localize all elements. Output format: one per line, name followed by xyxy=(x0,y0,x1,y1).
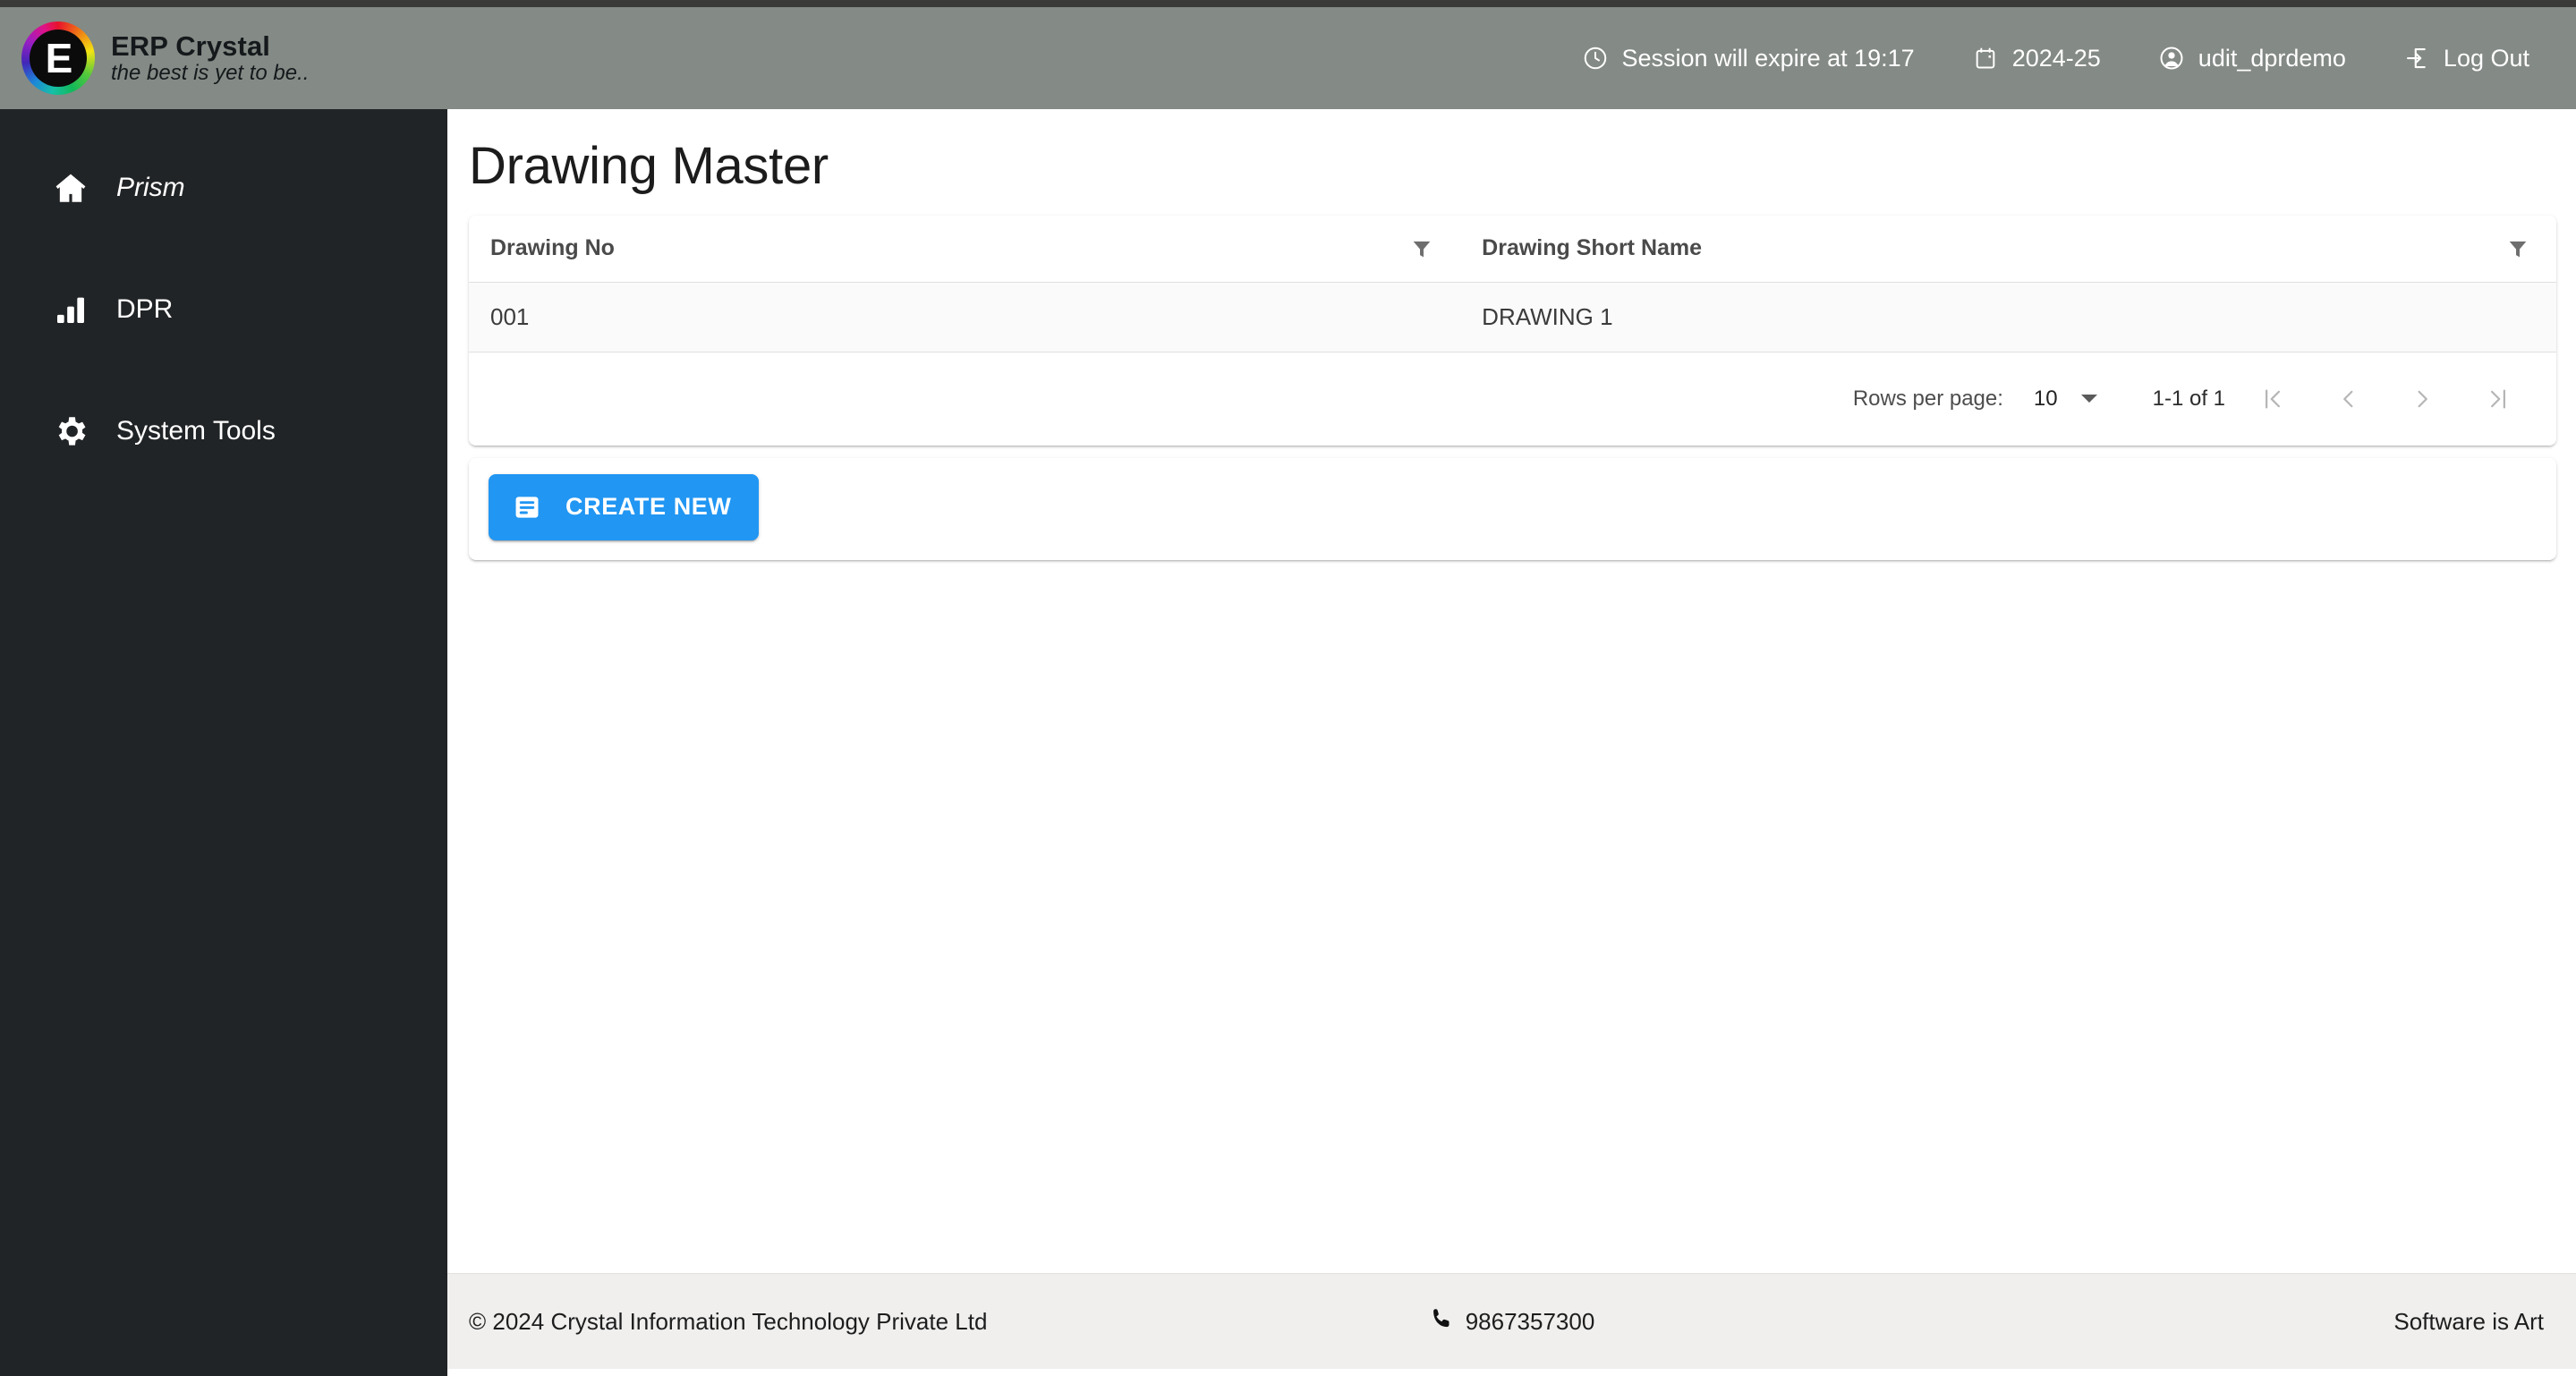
page-title: Drawing Master xyxy=(469,137,829,195)
gear-icon xyxy=(50,411,91,452)
paginator: Rows per page: 10 1-1 of 1 xyxy=(469,352,2556,446)
chart-icon xyxy=(50,289,91,330)
fiscal-year[interactable]: 2024-25 xyxy=(1972,45,2101,72)
create-new-button[interactable]: CREATE NEW xyxy=(489,473,759,540)
calendar-icon xyxy=(1972,45,1999,72)
create-new-label: CREATE NEW xyxy=(565,493,732,520)
session-expiry: Session will expire at 19:17 xyxy=(1582,45,1915,72)
sidebar-item-prism[interactable]: Prism xyxy=(0,158,447,217)
table-row[interactable]: 001 DRAWING 1 xyxy=(469,282,2556,352)
sidebar-nav: Prism DPR System Tools xyxy=(0,109,447,1376)
fiscal-year-label: 2024-25 xyxy=(2011,44,2101,72)
cell-drawing-no[interactable]: 001 xyxy=(469,282,1461,352)
app-header: E ERP Crystal the best is yet to be.. Se… xyxy=(0,7,2576,109)
brand-text: ERP Crystal the best is yet to be.. xyxy=(111,30,310,86)
column-header-drawing-short-name: Drawing Short Name xyxy=(1460,216,2556,283)
cell-drawing-short-name: DRAWING 1 xyxy=(1460,282,2556,352)
action-card: CREATE NEW xyxy=(469,457,2556,560)
bottom-chrome-strip xyxy=(0,1369,2576,1376)
main-content: Drawing Master Drawing No Drawing Short … xyxy=(447,109,2576,1376)
rows-per-page-select[interactable]: 10 xyxy=(2034,386,2097,412)
session-expiry-label: Session will expire at 19:17 xyxy=(1621,44,1915,72)
column-header-drawing-no: Drawing No xyxy=(469,216,1461,283)
drawing-table-card: Drawing No Drawing Short Name 001 DRAWIN… xyxy=(469,216,2556,446)
erp-crystal-logo: E xyxy=(21,21,95,95)
article-icon xyxy=(512,492,542,522)
footer-slogan: Software is Art xyxy=(2393,1307,2544,1335)
sidebar-item-system-tools[interactable]: System Tools xyxy=(0,402,447,461)
footer-phone: 9867357300 xyxy=(1465,1307,1595,1335)
footer-copyright: © 2024 Crystal Information Technology Pr… xyxy=(469,1307,988,1335)
header-actions: Session will expire at 19:17 2024-25 udi… xyxy=(1525,45,2576,72)
chevron-left-icon[interactable] xyxy=(2320,371,2376,427)
column-label: Drawing No xyxy=(490,235,615,261)
first-page-icon[interactable] xyxy=(2245,371,2300,427)
home-icon xyxy=(50,167,91,208)
logout-icon xyxy=(2403,45,2430,72)
column-label: Drawing Short Name xyxy=(1482,235,1703,261)
drawing-table: Drawing No Drawing Short Name 001 DRAWIN… xyxy=(469,216,2556,352)
brand-title: ERP Crystal xyxy=(111,30,271,62)
account-circle-icon xyxy=(2158,45,2185,72)
filter-icon[interactable] xyxy=(2503,234,2533,264)
filter-icon[interactable] xyxy=(1407,234,1437,264)
brand-block: E ERP Crystal the best is yet to be.. xyxy=(0,21,447,95)
clock-icon xyxy=(1582,45,1609,72)
chevron-down-icon xyxy=(2080,395,2097,403)
chevron-right-icon[interactable] xyxy=(2395,371,2451,427)
rows-per-page-value: 10 xyxy=(2033,386,2058,411)
app-footer: © 2024 Crystal Information Technology Pr… xyxy=(447,1273,2576,1369)
page-range-label: 1-1 of 1 xyxy=(2152,386,2225,411)
last-page-icon[interactable] xyxy=(2470,371,2526,427)
brand-tagline: the best is yet to be.. xyxy=(111,61,310,86)
sidebar-item-label: DPR xyxy=(116,294,174,324)
phone-icon xyxy=(1429,1306,1454,1338)
logo-glyph: E xyxy=(45,35,73,81)
logout-button[interactable]: Log Out xyxy=(2403,45,2529,72)
user-menu[interactable]: udit_dprdemo xyxy=(2158,45,2346,72)
sidebar-item-label: System Tools xyxy=(116,416,276,446)
top-chrome-strip xyxy=(0,0,2576,7)
footer-phone-block: 9867357300 xyxy=(1429,1306,1595,1338)
sidebar-item-label: Prism xyxy=(116,173,185,202)
rows-per-page-label: Rows per page: xyxy=(1852,386,2003,411)
table-header-row: Drawing No Drawing Short Name xyxy=(469,216,2556,283)
user-name-label: udit_dprdemo xyxy=(2198,44,2346,72)
logout-label: Log Out xyxy=(2443,44,2529,72)
sidebar-item-dpr[interactable]: DPR xyxy=(0,280,447,339)
